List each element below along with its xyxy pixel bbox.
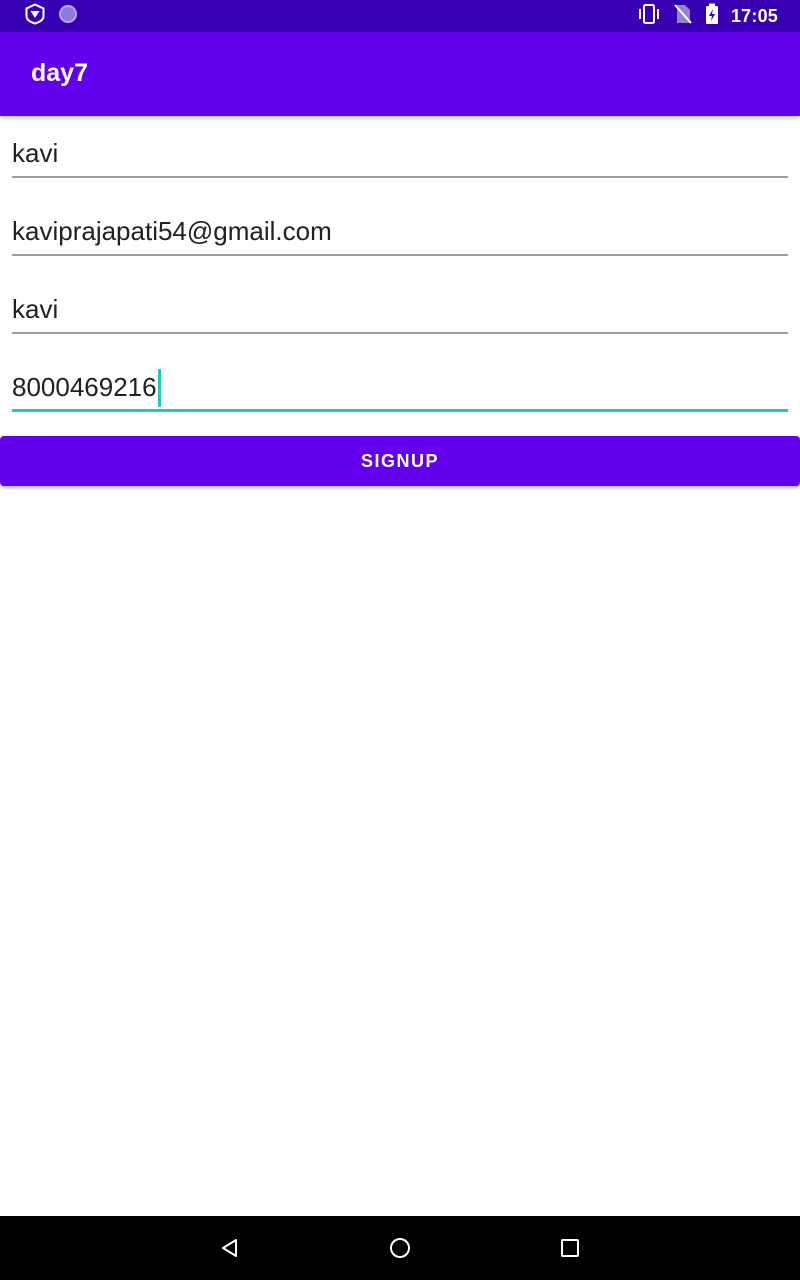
signup-button[interactable]: SIGNUP — [0, 436, 800, 486]
navigation-bar — [0, 1216, 800, 1280]
vibrate-icon — [637, 3, 661, 29]
home-icon[interactable] — [388, 1236, 412, 1260]
app-title: day7 — [31, 59, 88, 87]
password-field[interactable]: kavi — [12, 294, 788, 334]
text-cursor — [157, 369, 161, 407]
email-field-value: kaviprajapati54@gmail.com — [12, 216, 332, 246]
name-field[interactable]: kavi — [12, 138, 788, 178]
status-bar: 17:05 — [0, 0, 800, 32]
email-field-underline — [12, 254, 788, 256]
back-icon[interactable] — [218, 1236, 242, 1260]
password-field-underline — [12, 332, 788, 334]
status-bar-notifications — [24, 3, 78, 29]
phone-field[interactable]: 8000469216 — [12, 369, 788, 412]
circle-notification-icon — [58, 4, 78, 28]
status-clock: 17:05 — [730, 5, 778, 26]
phone-field-underline — [12, 409, 788, 412]
battery-charging-icon — [705, 3, 719, 29]
no-sim-icon — [673, 3, 693, 29]
phone-field-text: 8000469216 — [12, 369, 161, 407]
name-field-underline — [12, 176, 788, 178]
shield-notification-icon — [24, 3, 46, 29]
status-bar-system: 17:05 — [637, 3, 778, 29]
name-field-value: kavi — [12, 138, 59, 168]
email-field[interactable]: kaviprajapati54@gmail.com — [12, 216, 788, 256]
app-bar: day7 — [0, 32, 800, 116]
phone-field-value: 8000469216 — [12, 372, 157, 402]
password-field-value: kavi — [12, 294, 59, 324]
recents-icon[interactable] — [558, 1236, 582, 1260]
